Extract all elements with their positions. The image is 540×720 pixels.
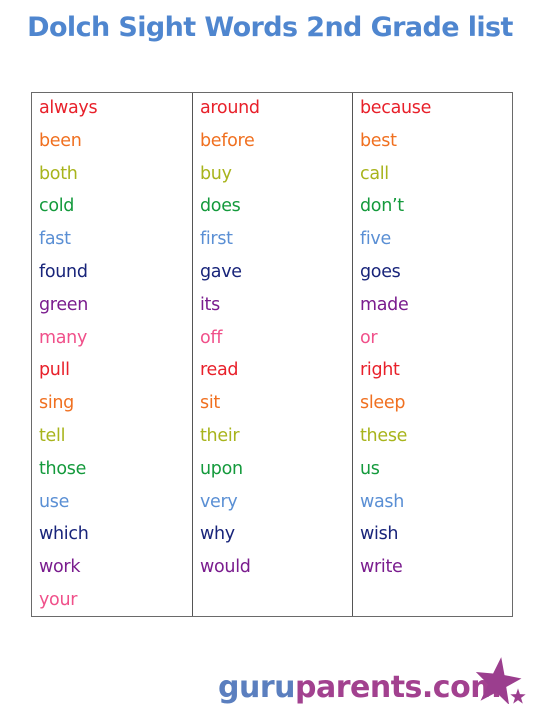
word-item: upon <box>200 458 243 479</box>
word-item: because <box>360 98 432 118</box>
word-item: use <box>39 491 70 512</box>
logo-text-guru: guru <box>218 670 295 705</box>
word-table: always been both cold fast found green many pull… <box>31 92 513 617</box>
word-column-3: because best call don’t five goes made or right s… <box>352 93 512 616</box>
word-item: why <box>200 524 235 545</box>
word-item: before <box>200 130 255 151</box>
word-item: made <box>360 294 409 315</box>
word-item: sleep <box>360 393 406 414</box>
word-column-2: around before buy does first gave its off read si… <box>192 93 352 616</box>
word-item: gave <box>200 262 242 282</box>
word-item: or <box>360 327 378 348</box>
word-item: does <box>200 196 241 217</box>
guruparents-logo[interactable]: guruparents.com <box>218 670 501 710</box>
word-item: around <box>200 98 260 118</box>
word-item: these <box>360 426 408 446</box>
word-item: us <box>360 458 380 479</box>
word-column-1: always been both cold fast found green many pull… <box>32 93 192 616</box>
word-item: five <box>360 229 391 250</box>
word-item: pull <box>39 360 70 381</box>
word-item: wash <box>360 491 405 512</box>
word-item: work <box>39 557 81 578</box>
word-item: fast <box>39 229 71 250</box>
word-item: right <box>360 360 400 381</box>
word-item: found <box>39 262 88 282</box>
word-item: goes <box>360 262 401 282</box>
word-item: their <box>200 426 240 446</box>
word-item: very <box>200 491 238 512</box>
word-item: both <box>39 163 78 184</box>
word-item: sing <box>39 393 74 414</box>
word-item: which <box>39 524 89 545</box>
word-item: cold <box>39 196 75 217</box>
word-item: first <box>200 229 233 250</box>
word-item: best <box>360 130 397 151</box>
word-item: call <box>360 163 389 184</box>
word-item: always <box>39 98 98 118</box>
logo-text-parents: parents.com <box>294 670 501 705</box>
page-title: Dolch Sight Words 2nd Grade list <box>27 12 513 43</box>
word-item: green <box>39 294 89 315</box>
word-item: its <box>200 294 220 315</box>
word-item: sit <box>200 393 220 414</box>
word-item: buy <box>200 163 232 184</box>
word-item: wish <box>360 524 399 545</box>
word-item: write <box>360 557 403 578</box>
word-item: your <box>39 590 78 610</box>
word-item: those <box>39 458 87 479</box>
word-item: don’t <box>360 196 404 217</box>
word-item: would <box>200 557 251 578</box>
word-item: many <box>39 327 88 348</box>
word-item: read <box>200 360 239 381</box>
word-item: tell <box>39 426 66 446</box>
small-star-icon <box>510 688 526 704</box>
word-item: been <box>39 130 82 151</box>
word-item: off <box>200 327 223 348</box>
